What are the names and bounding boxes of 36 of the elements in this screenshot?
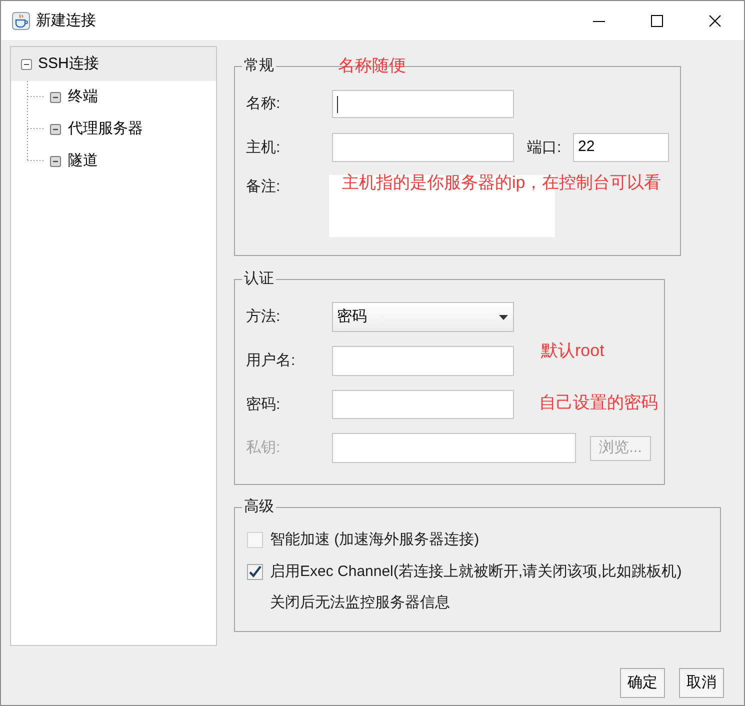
node-icon: [50, 124, 61, 134]
checkbox-label[interactable]: 启用Exec Channel(若连接上就被断开,请关闭该项,比如跳板机): [270, 562, 682, 582]
method-dropdown[interactable]: 密码: [332, 302, 514, 332]
dialog-button[interactable]: 确定: [620, 668, 665, 698]
node-icon: [50, 156, 61, 166]
checkbox-label[interactable]: 智能加速 (加速海外服务器连接): [270, 530, 480, 550]
field-label: 密码:: [246, 394, 282, 414]
window-title: 新建连接: [36, 10, 96, 30]
checkbox[interactable]: [247, 532, 263, 548]
tree-item[interactable]: SSH连接: [11, 47, 216, 81]
field-label: 备注:: [246, 177, 282, 197]
username-field[interactable]: [332, 346, 514, 376]
close-icon[interactable]: [709, 14, 721, 26]
cup-icon: [12, 12, 30, 30]
collapse-icon[interactable]: [21, 58, 32, 70]
port-field[interactable]: 22: [573, 133, 669, 162]
annotation-text: 自己设置的密码: [539, 393, 658, 413]
field-label: 端口:: [527, 138, 562, 158]
caret-icon[interactable]: [499, 314, 508, 320]
annotation-text: 默认root: [541, 341, 604, 361]
annotation-text: 主机指的是你服务器的ip，在控制台可以看: [342, 173, 662, 193]
checkbox[interactable]: [247, 564, 263, 580]
dialog-button[interactable]: 取消: [679, 668, 724, 698]
field-label: 方法:: [246, 307, 282, 327]
node-icon: [50, 92, 61, 102]
text-field[interactable]: [332, 133, 514, 162]
field-label: 主机:: [246, 138, 282, 158]
private-key-field[interactable]: [332, 433, 576, 463]
field-label: 名称:: [246, 94, 282, 114]
text-field[interactable]: [332, 90, 514, 118]
field-label: 用户名:: [246, 351, 296, 371]
password-field[interactable]: [332, 390, 514, 419]
info-note: 关闭后无法监控服务器信息: [270, 593, 450, 613]
annotation-text: 名称随便: [338, 56, 406, 76]
maximize-icon[interactable]: [651, 14, 663, 26]
field-label: 私钥:: [246, 438, 282, 458]
